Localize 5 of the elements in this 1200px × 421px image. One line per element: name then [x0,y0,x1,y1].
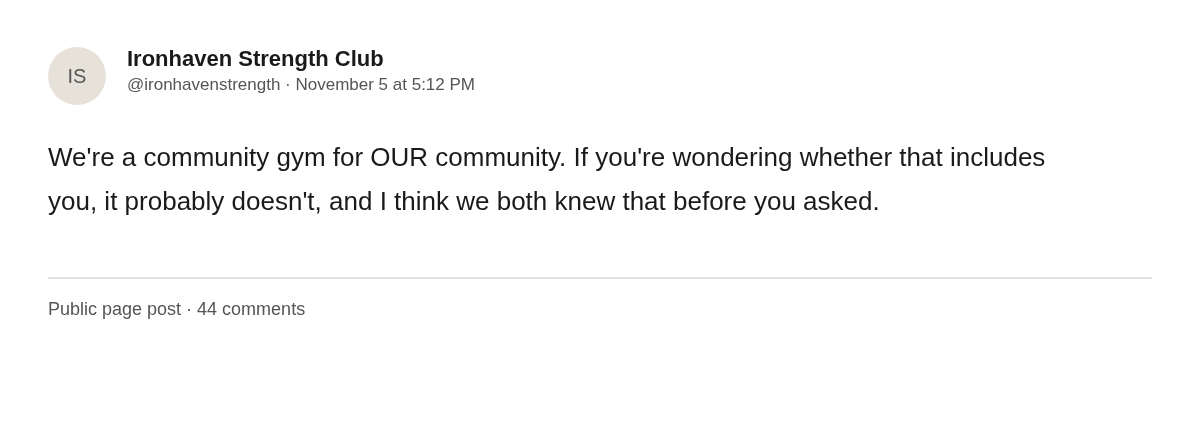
avatar-initials: IS [48,47,106,105]
post-text: We're a community gym for OUR community. If you're wondering whether that includes you, it probably doesn't, and I think we both knew that before you asked. [48,141,1047,218]
post-meta: @ironhavenstrength · November 5 at 5:12 PM [127,74,475,95]
post-footer: Public page post · 44 comments [48,299,1152,320]
author-name: Ironhaven Strength Club [127,45,385,72]
